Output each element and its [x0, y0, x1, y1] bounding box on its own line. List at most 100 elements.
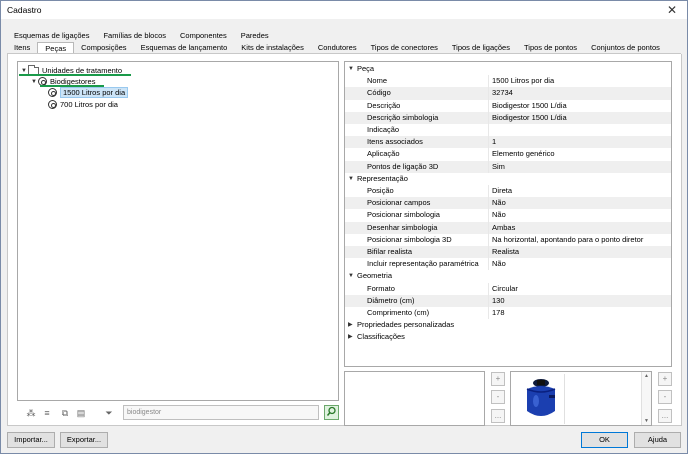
property-name: Código	[367, 88, 391, 98]
property-category[interactable]: ▶ Propriedades personalizadas	[345, 319, 671, 332]
property-row[interactable]: Itens associados 1	[345, 136, 671, 149]
property-name: Posicionar simbologia 3D	[367, 234, 452, 244]
property-value[interactable]: Biodigestor 1500 L/dia	[492, 100, 567, 112]
preview-thumbnail[interactable]	[515, 374, 565, 424]
scroll-down-icon[interactable]: ▼	[644, 418, 649, 424]
property-name: Itens associados	[367, 137, 423, 147]
tab-top-3[interactable]: Paredes	[234, 30, 276, 42]
property-value[interactable]: 178	[492, 307, 505, 319]
property-row[interactable]: Bifilar realista Realista	[345, 246, 671, 259]
property-row[interactable]: Posicionar simbologia 3D Na horizontal, a…	[345, 233, 671, 246]
property-row[interactable]: Posição Direta	[345, 185, 671, 198]
property-name: Indicação	[367, 125, 400, 134]
title-bar: Cadastro ✕	[1, 1, 687, 19]
property-row[interactable]: Descrição simbologia Biodigestor 1500 L/d…	[345, 111, 671, 124]
import-button[interactable]: Importar...	[7, 432, 55, 448]
filter-icon[interactable]: ⏷	[103, 407, 115, 419]
property-row[interactable]: Desenhar simbologia Ambas	[345, 221, 671, 234]
chevron-down-icon[interactable]: ▼	[348, 63, 354, 75]
property-value[interactable]: Circular	[492, 283, 518, 295]
associated-list-box[interactable]	[344, 371, 485, 426]
tree-node-item[interactable]: 1500 Litros por dia	[48, 87, 129, 98]
more-button[interactable]: ...	[491, 409, 505, 423]
preview-scrollbar[interactable]: ▲ ▼	[641, 372, 651, 425]
expand-chevron-icon[interactable]: ▼	[20, 68, 28, 74]
property-divider	[488, 99, 489, 112]
search-icon	[326, 406, 336, 416]
property-name: Descrição simbologia	[367, 112, 439, 122]
tab-top-1[interactable]: Famílias de blocos	[96, 30, 173, 42]
ok-button[interactable]: OK	[581, 432, 628, 448]
property-divider	[488, 258, 489, 271]
collapse-all-icon[interactable]: ≡	[41, 407, 53, 419]
property-grid[interactable]: ▼ Peça Nome 1500 Litros por dia Código 32734 D…	[344, 61, 672, 367]
add-button[interactable]: +	[491, 372, 505, 386]
property-value[interactable]: Direta	[492, 185, 512, 197]
property-value[interactable]: Sim	[492, 161, 505, 173]
copy-icon[interactable]: ⧉	[59, 407, 71, 419]
tree-group-underline	[40, 85, 104, 87]
more-preview-button[interactable]: ...	[658, 409, 672, 423]
property-row[interactable]: Pontos de ligação 3D Sim	[345, 160, 671, 173]
property-row[interactable]: Indicação	[345, 124, 671, 137]
property-value[interactable]: 1500 Litros por dia	[492, 75, 554, 87]
property-divider	[488, 221, 489, 234]
property-row[interactable]: Código 32734	[345, 87, 671, 100]
help-button[interactable]: Ajuda	[634, 432, 681, 448]
preview-box[interactable]: ▲ ▼	[510, 371, 652, 426]
property-value[interactable]: Ambas	[492, 222, 515, 234]
search-button[interactable]	[324, 405, 339, 420]
property-value[interactable]: Realista	[492, 246, 519, 258]
parts-tree[interactable]: ▼ Unidades de tratamento ▼ Biodigestores…	[17, 61, 339, 401]
property-category[interactable]: ▼ Peça	[345, 63, 671, 76]
property-value[interactable]: Elemento genérico	[492, 148, 555, 160]
scroll-up-icon[interactable]: ▲	[644, 373, 649, 379]
chevron-right-icon[interactable]: ▶	[348, 319, 353, 331]
property-category[interactable]: ▼ Geometria	[345, 270, 671, 283]
property-name: Diâmetro (cm)	[367, 295, 415, 305]
property-category[interactable]: ▼ Representação	[345, 172, 671, 185]
property-row[interactable]: Diâmetro (cm) 130	[345, 294, 671, 307]
export-button[interactable]: Exportar...	[60, 432, 108, 448]
close-icon[interactable]: ✕	[665, 3, 679, 17]
property-value[interactable]: Não	[492, 197, 506, 209]
property-name: Formato	[367, 283, 395, 293]
tree-node-item[interactable]: 700 Litros por dia	[48, 99, 118, 110]
property-row[interactable]: Descrição Biodigestor 1500 L/dia	[345, 99, 671, 112]
property-name: Descrição	[367, 100, 401, 110]
property-value[interactable]: Não	[492, 258, 506, 270]
property-row[interactable]: Posicionar campos Não	[345, 197, 671, 210]
property-value[interactable]: 1	[492, 136, 496, 148]
expand-all-icon[interactable]: ⁂	[25, 407, 37, 419]
property-value[interactable]: Na horizontal, apontando para o ponto di…	[492, 234, 643, 246]
property-divider	[488, 111, 489, 124]
expand-chevron-icon[interactable]: ▼	[30, 79, 38, 85]
property-row[interactable]: Aplicação Elemento genérico	[345, 148, 671, 161]
property-row[interactable]: Comprimento (cm) 178	[345, 307, 671, 320]
property-divider	[488, 148, 489, 161]
remove-preview-button[interactable]: -	[658, 390, 672, 404]
property-value[interactable]: Não	[492, 209, 506, 221]
property-value[interactable]: 32734	[492, 87, 513, 99]
property-row[interactable]: Incluir representação paramétrica Não	[345, 258, 671, 271]
biodigester-icon	[48, 100, 57, 109]
dialog-window: Cadastro ✕ Esquemas de ligações Famílias …	[0, 0, 688, 454]
property-row[interactable]: Posicionar simbologia Não	[345, 209, 671, 222]
search-input[interactable]: biodigestor	[123, 405, 319, 420]
chevron-down-icon[interactable]: ▼	[348, 173, 354, 185]
chevron-right-icon[interactable]: ▶	[348, 331, 353, 343]
property-value[interactable]: Biodigestor 1500 L/dia	[492, 112, 567, 124]
paste-icon[interactable]: ▤	[75, 407, 87, 419]
property-category[interactable]: ▶ Classificações	[345, 331, 671, 344]
property-row[interactable]: Nome 1500 Litros por dia	[345, 75, 671, 88]
biodigester-icon	[48, 88, 57, 97]
add-preview-button[interactable]: +	[658, 372, 672, 386]
tab-top-2[interactable]: Componentes	[173, 30, 234, 42]
remove-button[interactable]: -	[491, 390, 505, 404]
tab-top-0[interactable]: Esquemas de ligações	[7, 30, 96, 42]
chevron-down-icon[interactable]: ▼	[348, 270, 354, 282]
property-row[interactable]: Formato Circular	[345, 282, 671, 295]
property-name: Posicionar simbologia	[367, 210, 440, 220]
tree-root-underline	[19, 74, 131, 76]
property-value[interactable]: 130	[492, 295, 505, 307]
